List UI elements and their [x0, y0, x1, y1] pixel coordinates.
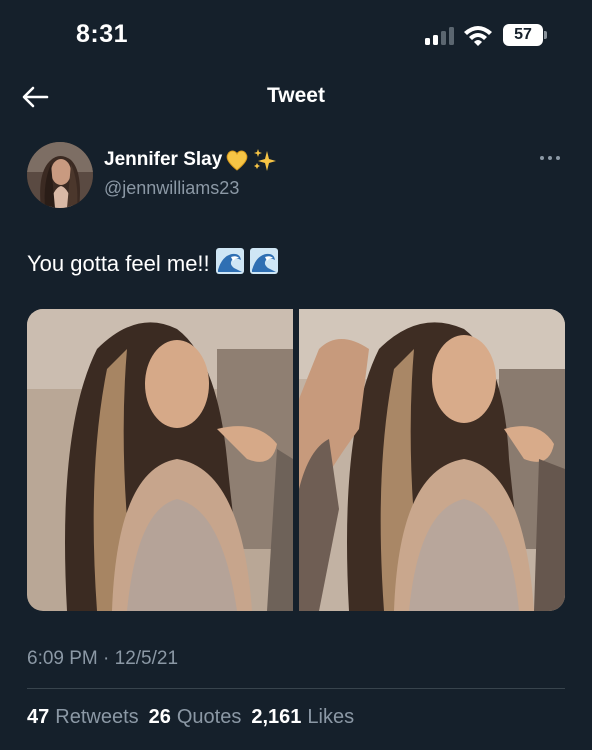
- avatar[interactable]: [27, 142, 93, 208]
- more-dot: [540, 156, 544, 160]
- wifi-icon: [462, 24, 494, 46]
- quotes-label: Quotes: [176, 706, 242, 728]
- sparkles-emoji-icon: [254, 149, 277, 171]
- tweet-timestamp: 6:09 PM · 12/5/21: [27, 648, 179, 669]
- more-dot: [556, 156, 560, 160]
- battery-level: 57: [503, 24, 543, 46]
- status-bar: 8:31 57: [0, 0, 592, 70]
- likes-label: Likes: [307, 706, 355, 728]
- water-wave-emoji-icon: [215, 248, 244, 280]
- battery-icon: 57: [503, 24, 547, 46]
- battery-tip: [544, 31, 547, 39]
- more-options-button[interactable]: [540, 150, 564, 166]
- likes-count: 2,161: [251, 706, 302, 728]
- divider: [27, 688, 565, 689]
- yellow-heart-emoji-icon: [226, 150, 248, 171]
- cellular-signal-icon: [425, 27, 457, 45]
- retweets-stat[interactable]: 47 Retweets: [27, 706, 139, 729]
- water-wave-emoji-icon: [249, 248, 278, 280]
- tweet-text: You gotta feel me!!: [27, 248, 278, 280]
- tweet-text-content: You gotta feel me!!: [27, 251, 210, 276]
- page-title: Tweet: [267, 84, 325, 107]
- likes-stat[interactable]: 2,161 Likes: [251, 706, 354, 729]
- author-handle[interactable]: @jennwilliams23: [104, 178, 239, 199]
- header: Tweet: [0, 70, 592, 126]
- status-time: 8:31: [76, 20, 129, 48]
- tweet-photo-1[interactable]: [27, 309, 293, 611]
- retweets-label: Retweets: [55, 706, 139, 728]
- tweet-photo-2[interactable]: [299, 309, 565, 611]
- author-name-text: Jennifer Slay: [104, 149, 223, 170]
- author-name[interactable]: Jennifer Slay: [104, 148, 278, 172]
- tweet-detail-screen: 8:31 57 Tweet Jennifer Slay @jennwilliam…: [0, 0, 592, 750]
- quotes-stat[interactable]: 26 Quotes: [149, 706, 242, 729]
- quotes-count: 26: [148, 706, 171, 728]
- more-dot: [548, 156, 552, 160]
- engagement-stats: 47 Retweets 26 Quotes 2,161 Likes: [27, 706, 354, 729]
- media-grid: [27, 309, 565, 611]
- retweets-count: 47: [27, 706, 50, 728]
